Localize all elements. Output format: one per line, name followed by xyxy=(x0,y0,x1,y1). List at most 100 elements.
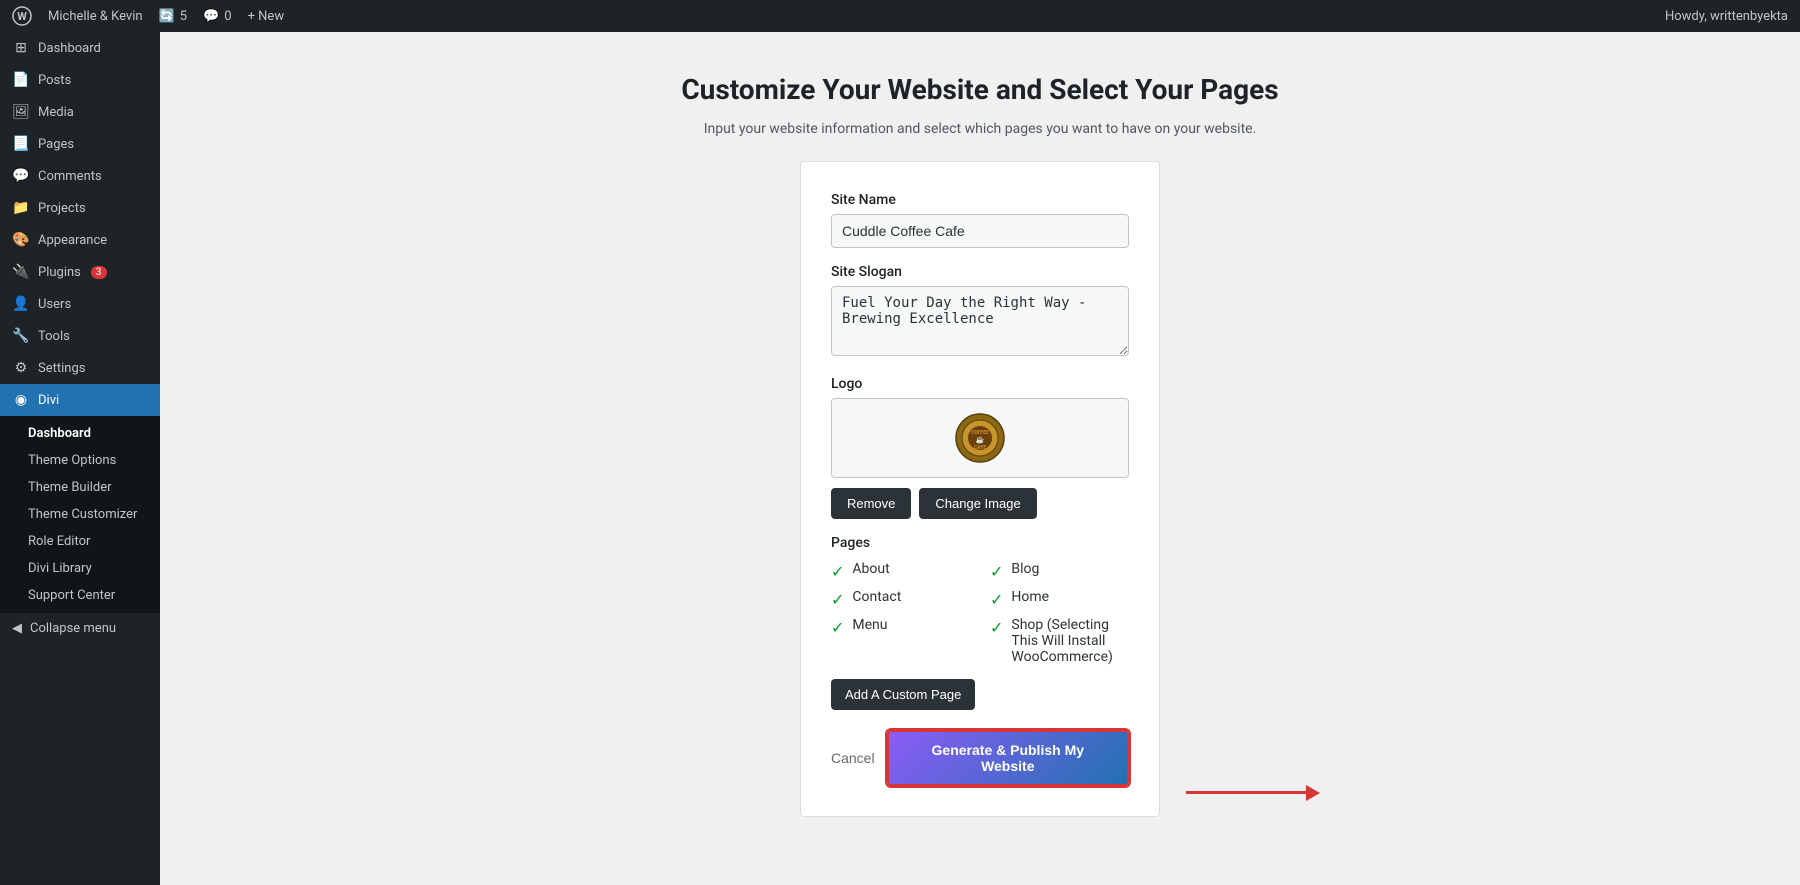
wp-logo-item[interactable]: W xyxy=(12,6,32,26)
sidebar-label-tools: Tools xyxy=(38,329,70,344)
divi-submenu-theme-customizer[interactable]: Theme Customizer xyxy=(0,501,160,528)
divi-submenu-dashboard[interactable]: Dashboard xyxy=(0,420,160,447)
add-custom-page-button[interactable]: Add A Custom Page xyxy=(831,679,975,710)
sidebar-label-media: Media xyxy=(38,105,74,120)
page-heading: Customize Your Website and Select Your P… xyxy=(681,72,1278,141)
pages-icon: 📃 xyxy=(12,136,30,152)
tools-icon: 🔧 xyxy=(12,328,30,344)
updates-count: 5 xyxy=(180,9,187,24)
cancel-button[interactable]: Cancel xyxy=(831,750,875,766)
page-home: ✓ Home xyxy=(990,589,1129,609)
sidebar-label-comments: Comments xyxy=(38,169,102,184)
sidebar-item-posts[interactable]: 📄 Posts xyxy=(0,64,160,96)
sidebar-label-projects: Projects xyxy=(38,201,86,216)
arrow-annotation xyxy=(1186,785,1320,801)
home-label: Home xyxy=(1011,589,1049,605)
logo-group: Logo COFFEE ☕ CAFE Remove Chan xyxy=(831,376,1129,519)
site-name-group: Site Name xyxy=(831,192,1129,248)
divi-submenu-role-editor[interactable]: Role Editor xyxy=(0,528,160,555)
sidebar-label-pages: Pages xyxy=(38,137,74,152)
sidebar-label-dashboard: Dashboard xyxy=(38,41,101,56)
posts-icon: 📄 xyxy=(12,72,30,88)
site-slogan-group: Site Slogan Fuel Your Day the Right Way … xyxy=(831,264,1129,360)
shop-check-icon: ✓ xyxy=(990,618,1003,637)
site-name-input[interactable] xyxy=(831,214,1129,248)
blog-label: Blog xyxy=(1011,561,1039,577)
sidebar-item-pages[interactable]: 📃 Pages xyxy=(0,128,160,160)
projects-icon: 📁 xyxy=(12,200,30,216)
sidebar-item-plugins[interactable]: 🔌 Plugins 3 xyxy=(0,256,160,288)
sidebar-item-appearance[interactable]: 🎨 Appearance xyxy=(0,224,160,256)
sidebar-item-tools[interactable]: 🔧 Tools xyxy=(0,320,160,352)
coffee-logo-icon: COFFEE ☕ CAFE xyxy=(955,413,1005,463)
site-name-text: Michelle & Kevin xyxy=(48,9,143,24)
comments-icon: 💬 xyxy=(203,9,219,24)
divi-submenu-support-center[interactable]: Support Center xyxy=(0,582,160,609)
page-blog: ✓ Blog xyxy=(990,561,1129,581)
admin-bar: W Michelle & Kevin 🔄 5 💬 0 + New Howdy, … xyxy=(0,0,1800,32)
page-title: Customize Your Website and Select Your P… xyxy=(681,72,1278,108)
page-menu: ✓ Menu xyxy=(831,617,970,665)
sidebar-item-users[interactable]: 👤 Users xyxy=(0,288,160,320)
sidebar-item-projects[interactable]: 📁 Projects xyxy=(0,192,160,224)
dashboard-icon: ⊞ xyxy=(12,40,30,56)
form-card: Site Name Site Slogan Fuel Your Day the … xyxy=(800,161,1160,817)
sidebar-item-comments[interactable]: 💬 Comments xyxy=(0,160,160,192)
site-name-label: Site Name xyxy=(831,192,1129,208)
comments-item[interactable]: 💬 0 xyxy=(203,9,232,24)
svg-text:CAFE: CAFE xyxy=(974,445,986,451)
sidebar-item-media[interactable]: 🖼 Media xyxy=(0,96,160,128)
change-image-button[interactable]: Change Image xyxy=(919,488,1036,519)
site-slogan-input[interactable]: Fuel Your Day the Right Way - Brewing Ex… xyxy=(831,286,1129,356)
divi-submenu-divi-library[interactable]: Divi Library xyxy=(0,555,160,582)
menu-label: Menu xyxy=(852,617,887,633)
sidebar-label-plugins: Plugins xyxy=(38,265,81,280)
sidebar-label-users: Users xyxy=(38,297,71,312)
collapse-menu[interactable]: ◀ Collapse menu xyxy=(0,613,160,644)
logo-buttons: Remove Change Image xyxy=(831,488,1129,519)
users-icon: 👤 xyxy=(12,296,30,312)
pages-label: Pages xyxy=(831,535,1129,551)
divi-submenu-theme-builder[interactable]: Theme Builder xyxy=(0,474,160,501)
form-footer: Cancel Generate & Publish My Website xyxy=(831,730,1129,786)
wp-logo-icon: W xyxy=(12,6,32,26)
divi-icon: ◉ xyxy=(12,392,30,408)
page-about: ✓ About xyxy=(831,561,970,581)
svg-text:☕: ☕ xyxy=(976,435,985,444)
new-label: + New xyxy=(248,9,285,24)
site-name-bar[interactable]: Michelle & Kevin xyxy=(48,9,143,24)
content-wrapper: Customize Your Website and Select Your P… xyxy=(681,72,1278,817)
about-label: About xyxy=(852,561,889,577)
logo-label: Logo xyxy=(831,376,1129,392)
new-item[interactable]: + New xyxy=(248,9,285,24)
plugins-icon: 🔌 xyxy=(12,264,30,280)
menu-check-icon: ✓ xyxy=(831,618,844,637)
arrow-head xyxy=(1306,785,1320,801)
admin-bar-left: W Michelle & Kevin 🔄 5 💬 0 + New xyxy=(12,6,284,26)
divi-submenu-theme-options[interactable]: Theme Options xyxy=(0,447,160,474)
contact-check-icon: ✓ xyxy=(831,590,844,609)
sidebar-item-divi[interactable]: ◉ Divi xyxy=(0,384,160,416)
divi-submenu: Dashboard Theme Options Theme Builder Th… xyxy=(0,416,160,613)
page-shop: ✓ Shop (Selecting This Will Install WooC… xyxy=(990,617,1129,665)
sidebar-item-dashboard[interactable]: ⊞ Dashboard xyxy=(0,32,160,64)
sidebar-item-settings[interactable]: ⚙ Settings xyxy=(0,352,160,384)
pages-section: Pages ✓ About ✓ Blog ✓ Contact xyxy=(831,535,1129,730)
generate-publish-button[interactable]: Generate & Publish My Website xyxy=(887,730,1129,786)
updates-icon: 🔄 xyxy=(159,9,175,24)
blog-check-icon: ✓ xyxy=(990,562,1003,581)
updates-item[interactable]: 🔄 5 xyxy=(159,9,188,24)
sidebar-label-divi: Divi xyxy=(38,393,59,408)
page-contact: ✓ Contact xyxy=(831,589,970,609)
remove-button[interactable]: Remove xyxy=(831,488,911,519)
pages-grid: ✓ About ✓ Blog ✓ Contact ✓ xyxy=(831,561,1129,665)
media-icon: 🖼 xyxy=(12,104,30,120)
settings-icon: ⚙ xyxy=(12,360,30,376)
sidebar-label-appearance: Appearance xyxy=(38,233,107,248)
collapse-icon: ◀ xyxy=(12,621,22,636)
collapse-label: Collapse menu xyxy=(30,621,116,636)
about-check-icon: ✓ xyxy=(831,562,844,581)
page-subheading: Input your website information and selec… xyxy=(681,118,1278,140)
contact-label: Contact xyxy=(852,589,901,605)
plugins-badge: 3 xyxy=(91,266,107,279)
